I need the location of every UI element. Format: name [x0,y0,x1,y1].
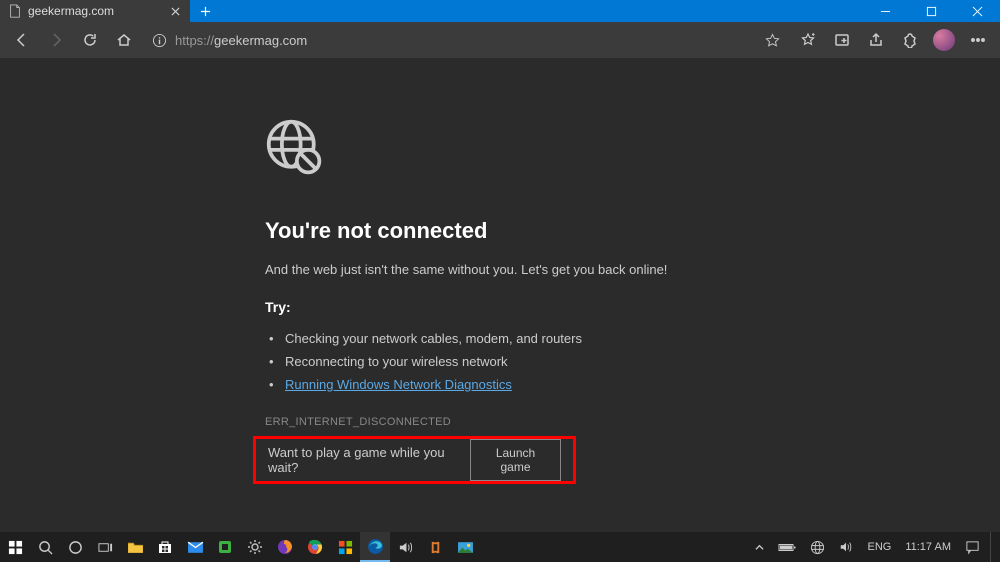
error-heading: You're not connected [265,218,725,244]
window-minimize-button[interactable] [862,0,908,22]
collections-button[interactable] [826,24,858,56]
error-suggestion-item: Running Windows Network Diagnostics [265,373,725,396]
taskbar-right: ENG 11:17 AM [751,532,1000,562]
windows-taskbar: ENG 11:17 AM [0,532,1000,562]
favorite-star-icon[interactable] [765,33,780,48]
nav-refresh-button[interactable] [74,24,106,56]
profile-avatar[interactable] [928,24,960,56]
error-panel: You're not connected And the web just is… [265,118,725,428]
action-center-icon[interactable] [961,532,984,562]
globe-offline-icon [265,118,325,178]
show-desktop-button[interactable] [990,532,996,562]
nav-home-button[interactable] [108,24,140,56]
volume-app-icon[interactable] [390,532,420,562]
surf-game-text: Want to play a game while you wait? [268,445,456,475]
site-info-icon[interactable] [152,33,167,48]
clock[interactable]: 11:17 AM [901,532,955,562]
error-suggestion-item: Checking your network cables, modem, and… [265,327,725,350]
page-icon [8,4,22,18]
settings-icon[interactable] [240,532,270,562]
browser-toolbar: https://geekermag.com [0,22,1000,58]
orange-app-icon[interactable] [420,532,450,562]
task-view-button[interactable] [90,532,120,562]
start-button[interactable] [0,532,30,562]
error-subtitle: And the web just isn't the same without … [265,262,725,277]
nav-forward-button [40,24,72,56]
page-content: You're not connected And the web just is… [0,58,1000,532]
new-tab-button[interactable] [190,0,220,22]
mail-icon[interactable] [180,532,210,562]
photos-app-icon[interactable] [450,532,480,562]
more-menu-button[interactable] [962,24,994,56]
titlebar-drag-region[interactable] [220,0,862,22]
microsoft-apps-icon[interactable] [330,532,360,562]
chrome-icon[interactable] [300,532,330,562]
cortana-button[interactable] [60,532,90,562]
search-button[interactable] [30,532,60,562]
green-app-icon[interactable] [210,532,240,562]
title-bar: geekermag.com [0,0,1000,22]
launch-game-button[interactable]: Launch game [470,439,561,481]
battery-icon[interactable] [774,532,800,562]
error-suggestion-list: Checking your network cables, modem, and… [265,327,725,396]
browser-tab[interactable]: geekermag.com [0,0,190,22]
favorites-button[interactable] [792,24,824,56]
url-text: https://geekermag.com [175,33,307,48]
error-try-header: Try: [265,299,725,315]
network-diagnostics-link[interactable]: Running Windows Network Diagnostics [285,377,512,392]
input-language[interactable]: ENG [863,532,895,562]
window-close-button[interactable] [954,0,1000,22]
tray-overflow-icon[interactable] [751,532,768,562]
firefox-icon[interactable] [270,532,300,562]
window-maximize-button[interactable] [908,0,954,22]
tab-title: geekermag.com [28,4,162,18]
surf-game-prompt: Want to play a game while you wait? Laun… [253,436,576,484]
microsoft-store-icon[interactable] [150,532,180,562]
file-explorer-icon[interactable] [120,532,150,562]
tab-close-icon[interactable] [168,4,182,18]
error-code: ERR_INTERNET_DISCONNECTED [265,416,725,428]
share-button[interactable] [860,24,892,56]
extension-button[interactable] [894,24,926,56]
nav-back-button[interactable] [6,24,38,56]
taskbar-left [0,532,480,562]
edge-browser-icon[interactable] [360,532,390,562]
network-icon[interactable] [806,532,829,562]
address-bar[interactable]: https://geekermag.com [142,26,790,54]
error-suggestion-item: Reconnecting to your wireless network [265,350,725,373]
volume-icon[interactable] [835,532,857,562]
